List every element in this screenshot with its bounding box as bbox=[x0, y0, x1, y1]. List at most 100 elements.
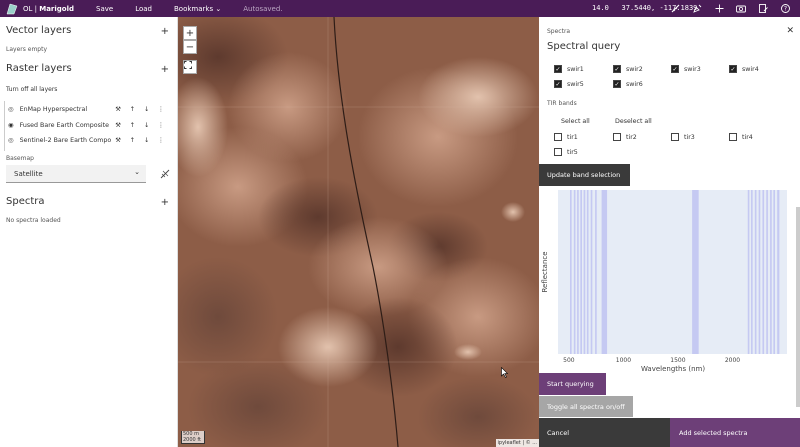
more-options-icon[interactable]: ⋮ bbox=[154, 137, 168, 144]
layers-empty-text: Layers empty bbox=[6, 46, 48, 53]
checkbox-unchecked-icon[interactable] bbox=[671, 133, 679, 141]
eye-open-icon[interactable]: ◉ bbox=[8, 122, 16, 129]
top-bar: OL | Marigold Save Load Bookmarks ⌄ Auto… bbox=[0, 0, 800, 17]
x-tick-label: 500 bbox=[563, 357, 575, 364]
fullscreen-icon bbox=[184, 61, 192, 69]
band-highlight bbox=[777, 190, 780, 354]
band-highlight bbox=[751, 190, 753, 354]
x-tick-label: 1500 bbox=[670, 357, 685, 364]
band-highlight bbox=[770, 190, 772, 354]
deselect-all-button[interactable]: Deselect all bbox=[615, 118, 652, 125]
start-querying-button[interactable]: Start querying bbox=[539, 373, 606, 395]
checkbox-unchecked-icon[interactable] bbox=[613, 133, 621, 141]
move-up-icon[interactable]: ↑ bbox=[125, 137, 139, 144]
select-all-button[interactable]: Select all bbox=[561, 118, 590, 125]
bookmarks-menu[interactable]: Bookmarks ⌄ bbox=[174, 5, 221, 13]
layer-settings-icon[interactable]: ⚒ bbox=[111, 122, 125, 129]
move-icon bbox=[715, 4, 723, 13]
help-button[interactable]: ? bbox=[774, 2, 796, 15]
save-button[interactable]: Save bbox=[96, 5, 113, 13]
eye-closed-icon[interactable]: ◎ bbox=[8, 137, 16, 144]
layer-settings-icon[interactable]: ⚒ bbox=[111, 137, 125, 144]
band-highlight bbox=[590, 190, 593, 354]
checkbox-checked-icon[interactable]: ✓ bbox=[554, 80, 562, 88]
checkbox-swir5[interactable]: ✓ swir5 bbox=[554, 80, 584, 88]
eye-closed-icon[interactable]: ◎ bbox=[8, 106, 16, 113]
band-highlight bbox=[583, 190, 586, 354]
chevron-down-icon: ⌄ bbox=[134, 168, 140, 176]
layers-panel: Vector layers + Layers empty Raster laye… bbox=[0, 17, 178, 447]
checkbox-tir4[interactable]: tir4 bbox=[729, 133, 753, 141]
band-highlight bbox=[758, 190, 761, 354]
svg-text:?: ? bbox=[783, 6, 786, 13]
basemap-off-icon[interactable] bbox=[160, 169, 170, 179]
checkbox-checked-icon[interactable]: ✓ bbox=[613, 80, 621, 88]
no-spectra-text: No spectra loaded bbox=[6, 217, 61, 224]
checkbox-swir4[interactable]: ✓ swir4 bbox=[729, 65, 759, 73]
chevron-down-icon: ⌄ bbox=[215, 4, 222, 13]
band-highlight bbox=[569, 190, 572, 354]
draw-tool-button[interactable] bbox=[686, 2, 708, 15]
close-icon[interactable]: ✕ bbox=[786, 26, 794, 36]
add-selected-spectra-button[interactable]: Add selected spectra bbox=[670, 418, 800, 447]
checkbox-checked-icon[interactable]: ✓ bbox=[613, 65, 621, 73]
checkbox-swir6[interactable]: ✓ swir6 bbox=[613, 80, 643, 88]
zoom-in-button[interactable]: + bbox=[183, 26, 197, 40]
band-highlight bbox=[595, 190, 597, 354]
fullscreen-button[interactable] bbox=[183, 60, 197, 74]
checkbox-swir3[interactable]: ✓ swir3 bbox=[671, 65, 701, 73]
move-down-icon[interactable]: ↓ bbox=[139, 106, 153, 113]
add-raster-layer-button[interactable]: + bbox=[161, 64, 169, 75]
edit-notes-button[interactable] bbox=[752, 2, 774, 15]
move-up-icon[interactable]: ↑ bbox=[125, 122, 139, 129]
checkbox-tir3[interactable]: tir3 bbox=[671, 133, 695, 141]
checkbox-unchecked-icon[interactable] bbox=[554, 133, 562, 141]
add-vector-layer-button[interactable]: + bbox=[161, 26, 169, 37]
checkbox-checked-icon[interactable]: ✓ bbox=[671, 65, 679, 73]
zoom-out-button[interactable]: − bbox=[183, 40, 197, 54]
toggle-spectra-button[interactable]: Toggle all spectra on/off bbox=[539, 396, 633, 417]
add-spectra-button[interactable]: + bbox=[161, 197, 169, 208]
move-up-icon[interactable]: ↑ bbox=[125, 106, 139, 113]
more-options-icon[interactable]: ⋮ bbox=[154, 122, 168, 129]
turn-off-all-layers-link[interactable]: Turn off all layers bbox=[6, 86, 57, 93]
checkbox-swir2[interactable]: ✓ swir2 bbox=[613, 65, 643, 73]
move-down-icon[interactable]: ↓ bbox=[139, 137, 153, 144]
checkbox-checked-icon[interactable]: ✓ bbox=[729, 65, 737, 73]
measure-tool-button[interactable] bbox=[664, 2, 686, 15]
load-button[interactable]: Load bbox=[135, 5, 152, 13]
layer-settings-icon[interactable]: ⚒ bbox=[111, 106, 125, 113]
screenshot-button[interactable] bbox=[730, 2, 752, 15]
move-down-icon[interactable]: ↓ bbox=[139, 122, 153, 129]
checkbox-tir1[interactable]: tir1 bbox=[554, 133, 578, 141]
checkbox-tir2[interactable]: tir2 bbox=[613, 133, 637, 141]
update-band-selection-button[interactable]: Update band selection bbox=[539, 164, 630, 186]
autosave-status: Autosaved. bbox=[243, 4, 283, 13]
more-options-icon[interactable]: ⋮ bbox=[154, 106, 168, 113]
satellite-imagery bbox=[178, 17, 539, 447]
pan-tool-button[interactable] bbox=[708, 2, 730, 15]
raster-layer-row: ◉ Fused Bare Earth Composite ⚒ ↑ ↓ ⋮ bbox=[8, 119, 168, 131]
help-icon: ? bbox=[780, 4, 790, 13]
band-highlight bbox=[586, 190, 589, 354]
raster-layer-row: ◎ Sentinel-2 Bare Earth Compo... ⚒ ↑ ↓ ⋮ bbox=[8, 134, 168, 146]
checkbox-unchecked-icon[interactable] bbox=[554, 148, 562, 156]
draw-icon bbox=[692, 4, 701, 13]
toolbar: ? bbox=[664, 2, 796, 15]
band-highlight bbox=[762, 190, 765, 354]
cancel-button[interactable]: Cancel bbox=[539, 418, 670, 447]
checkbox-tir5[interactable]: tir5 bbox=[554, 148, 578, 156]
basemap-select[interactable]: Satellite ⌄ bbox=[6, 165, 146, 183]
ruler-icon bbox=[671, 4, 679, 13]
checkbox-checked-icon[interactable]: ✓ bbox=[554, 65, 562, 73]
checkbox-swir1[interactable]: ✓ swir1 bbox=[554, 65, 584, 73]
checkbox-unchecked-icon[interactable] bbox=[729, 133, 737, 141]
spectra-chart: 500 1000 1500 2000 Wavelengths (nm) Reflect… bbox=[541, 190, 787, 373]
map-scale: 500 m 2000 ft bbox=[181, 431, 205, 444]
camera-icon bbox=[736, 5, 746, 13]
y-axis-label: Reflectance bbox=[541, 251, 549, 292]
panel-scrollbar[interactable] bbox=[796, 207, 800, 407]
basemap-label: Basemap bbox=[6, 155, 34, 162]
map-attribution[interactable]: ipyleaflet | © ... bbox=[495, 439, 539, 447]
map-view[interactable]: + − 500 m 2000 ft ipyleaflet | © ... bbox=[178, 17, 539, 447]
